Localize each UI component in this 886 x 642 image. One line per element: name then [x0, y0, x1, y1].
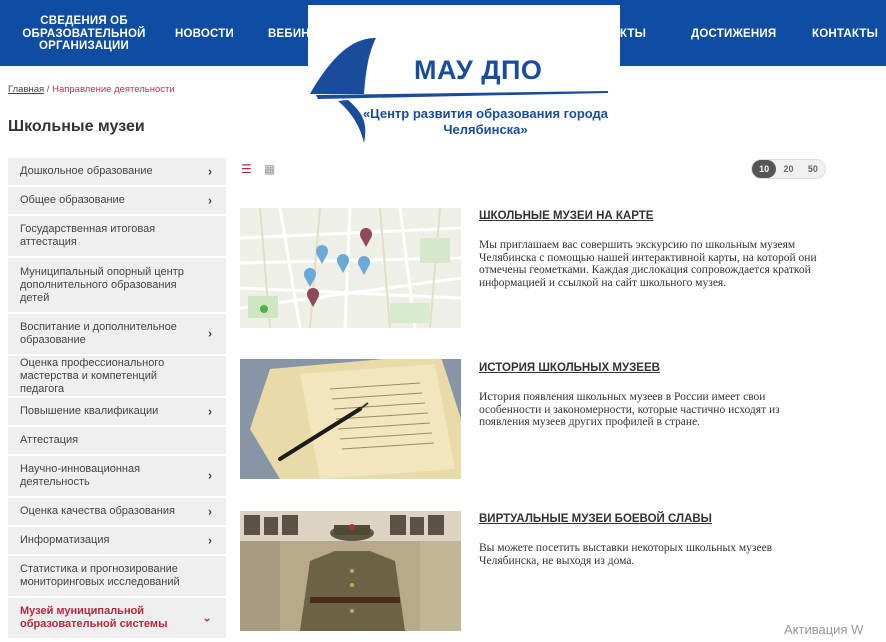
chevron-right-icon: ›: [208, 193, 212, 207]
nav-item-kontakty[interactable]: КОНТАКТЫ: [812, 28, 878, 40]
sidebar-menu: Дошкольное образование › Общее образован…: [8, 158, 226, 640]
sidebar-item-statistika[interactable]: Статистика и прогнозирование мониторинго…: [8, 556, 226, 598]
grid-view-icon[interactable]: ▦: [264, 162, 275, 176]
card-title-virtual-museums[interactable]: ВИРТУАЛЬНЫЕ МУЗЕИ БОЕВОЙ СЛАВЫ: [479, 513, 712, 525]
page-title: Школьные музеи: [8, 118, 145, 135]
sidebar-item-label: Государственная итоговая аттестация: [20, 223, 156, 248]
sidebar-item-label: Дошкольное образование: [20, 165, 153, 177]
sidebar-item-muzey[interactable]: Музей муниципальной образовательной сист…: [8, 598, 226, 640]
sidebar-item-attestatsiya[interactable]: Аттестация: [8, 427, 226, 456]
nav-item-dostizheniya[interactable]: ДОСТИЖЕНИЯ: [691, 28, 776, 40]
page-size-option-50[interactable]: 50: [801, 160, 825, 178]
breadcrumb-separator: /: [44, 84, 53, 95]
sidebar-item-mots[interactable]: Муниципальный опорный центр дополнительн…: [8, 258, 226, 314]
sidebar-item-label: Муниципальный опорный центр дополнительн…: [20, 265, 184, 304]
chevron-right-icon: ›: [208, 468, 212, 483]
sidebar-item-doshkolnoe[interactable]: Дошкольное образование ›: [8, 158, 226, 187]
sidebar-item-povyshenie[interactable]: Повышение квалификации ›: [8, 398, 226, 427]
page-size-option-20[interactable]: 20: [776, 160, 800, 178]
breadcrumb: Главная / Направление деятельности: [8, 84, 175, 95]
chevron-right-icon: ›: [208, 164, 212, 178]
chevron-right-icon: ›: [208, 504, 212, 518]
sidebar-item-informatizatsiya[interactable]: Информатизация ›: [8, 527, 226, 556]
site-logo[interactable]: МАУ ДПО «Центр развития образования горо…: [308, 0, 620, 143]
sidebar-item-otsenka-masterstva[interactable]: Оценка профессионального мастерства и ко…: [8, 356, 226, 398]
page-size-option-10[interactable]: 10: [752, 160, 777, 178]
logo-title: МАУ ДПО: [414, 55, 543, 85]
sidebar-item-label: Оценка качества образования: [20, 505, 175, 517]
sidebar-item-label: Информатизация: [20, 534, 110, 546]
sidebar-item-label: Научно-инновационная деятельность: [20, 463, 141, 488]
sidebar-item-label: Музей муниципальной образовательной сист…: [20, 605, 168, 630]
windows-activation-watermark: Активация W: [784, 622, 864, 637]
page-size-selector: 10 20 50: [751, 159, 826, 179]
sidebar-item-label: Воспитание и дополнительное образование: [20, 321, 177, 346]
card-text-map: Мы приглашаем вас совершить экскурсию по…: [479, 239, 817, 289]
card-title-map[interactable]: ШКОЛЬНЫЕ МУЗЕИ НА КАРТЕ: [479, 210, 653, 222]
chevron-down-icon: ⌄: [201, 610, 212, 625]
card-history-image[interactable]: [240, 359, 461, 479]
nav-item-novosti[interactable]: НОВОСТИ: [175, 28, 234, 40]
sidebar-item-obshchee[interactable]: Общее образование ›: [8, 187, 226, 216]
logo-subtitle: «Центр развития образования города Челяб…: [362, 106, 609, 137]
card-virtual-museum-image[interactable]: [240, 511, 461, 631]
card-text-virtual-museums: Вы можете посетить выставки некоторых шк…: [479, 542, 773, 567]
chevron-right-icon: ›: [208, 533, 212, 547]
sidebar-item-gia[interactable]: Государственная итоговая аттестация: [8, 216, 226, 258]
sidebar-item-vospitanie[interactable]: Воспитание и дополнительное образование …: [8, 314, 226, 356]
card-text-history: История появления школьных музеев в Росс…: [479, 391, 780, 428]
card-title-history[interactable]: ИСТОРИЯ ШКОЛЬНЫХ МУЗЕЕВ: [479, 362, 660, 374]
sidebar-item-label: Общее образование: [20, 194, 125, 206]
sidebar-item-otsenka-kachestva[interactable]: Оценка качества образования ›: [8, 498, 226, 527]
sidebar-item-label: Аттестация: [20, 434, 79, 446]
nav-item-vebinary[interactable]: ВЕБИН: [268, 28, 310, 40]
card-map-image[interactable]: [240, 208, 461, 328]
chevron-right-icon: ›: [208, 326, 212, 341]
breadcrumb-current: Направление деятельности: [52, 84, 175, 95]
nav-item-svedeniya[interactable]: СВЕДЕНИЯ ОБ ОБРАЗОВАТЕЛЬНОЙ ОРГАНИЗАЦИИ: [10, 15, 158, 53]
breadcrumb-home-link[interactable]: Главная: [8, 84, 44, 95]
chevron-right-icon: ›: [208, 404, 212, 418]
sidebar-item-label: Статистика и прогнозирование мониторинго…: [20, 563, 180, 588]
sidebar-item-label: Повышение квалификации: [20, 405, 159, 417]
sidebar-item-nauchno[interactable]: Научно-инновационная деятельность ›: [8, 456, 226, 498]
sidebar-item-label: Оценка профессионального мастерства и ко…: [20, 356, 165, 395]
list-view-icon[interactable]: ☰: [241, 162, 252, 176]
